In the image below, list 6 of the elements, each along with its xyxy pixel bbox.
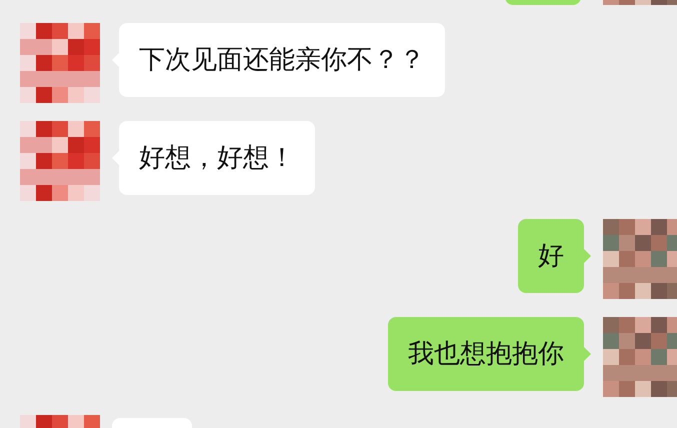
bubble-tail (584, 347, 591, 361)
message-bubble: 我也想抱抱你 (388, 317, 584, 391)
message-bubble: 下次见面还能亲你不？？ (119, 23, 445, 97)
bubble-tail (584, 249, 591, 263)
message-bubble: 好想，好想！ (119, 121, 315, 195)
message-bubble: 好 (518, 219, 584, 293)
